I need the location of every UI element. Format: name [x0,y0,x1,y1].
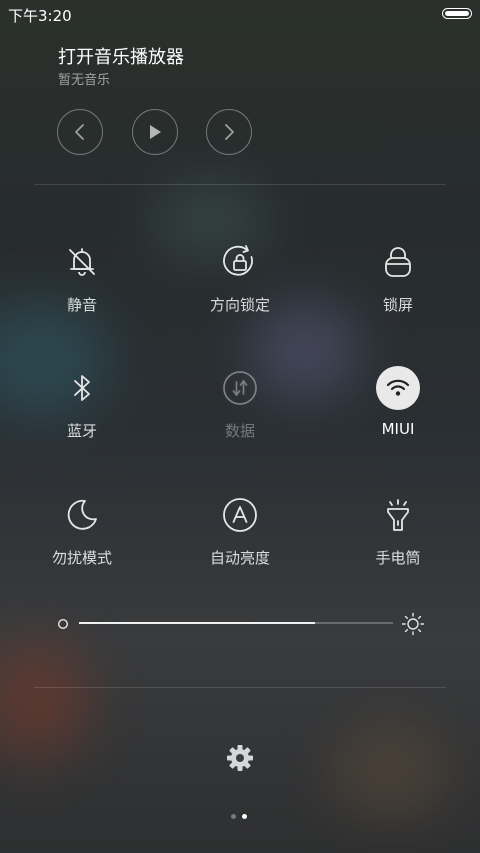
background-blur [330,720,450,820]
toggle-label: 勿扰模式 [51,549,112,567]
play-button[interactable] [132,109,178,155]
auto-brightness-icon [223,498,257,532]
toggle-bluetooth[interactable]: 蓝牙 [17,366,147,466]
music-player-subtitle: 暂无音乐 [58,73,111,88]
brightness-high-icon [401,612,425,636]
toggle-label: 蓝牙 [66,422,97,440]
previous-track-button[interactable] [57,109,103,155]
toggle-rotation-lock[interactable]: 方向锁定 [175,240,305,340]
toggle-label: 锁屏 [382,296,413,314]
divider [34,184,446,185]
toggle-label: 静音 [66,296,97,314]
status-bar: 下午3:20 [0,0,480,28]
toggle-mobile-data[interactable]: 数据 [175,366,305,466]
page-indicator [228,812,252,820]
play-icon [150,125,161,139]
toggle-auto-brightness[interactable]: 自动亮度 [175,493,305,593]
brightness-slider[interactable] [56,612,426,636]
next-icon [225,124,234,140]
toggle-do-not-disturb[interactable]: 勿扰模式 [17,493,147,593]
rotation-lock-icon [223,245,253,276]
toggle-label: 数据 [224,422,255,440]
gear-icon [227,745,253,771]
quick-settings-screen: 下午3:20 打开音乐播放器 暂无音乐 静音 方向锁定 锁屏 蓝牙 数据 MIU… [0,0,480,853]
moon-icon [67,499,97,530]
settings-button[interactable] [223,741,257,775]
page-dot [231,814,236,819]
bluetooth-icon [74,375,90,401]
toggle-label: 方向锁定 [209,296,270,314]
next-track-button[interactable] [206,109,252,155]
toggle-flashlight[interactable]: 手电筒 [333,493,463,593]
toggle-label: 手电筒 [375,549,421,567]
music-player-title[interactable]: 打开音乐播放器 [58,43,184,69]
status-time: 下午3:20 [8,7,72,25]
background-blur [0,640,90,760]
page-dot [242,814,247,819]
bell-off-icon [69,248,95,276]
wifi-icon [386,379,410,396]
lock-icon [385,247,411,277]
toggle-label: 自动亮度 [209,549,270,567]
slider-fill [79,622,315,624]
slider-track[interactable] [79,622,393,624]
previous-icon [75,124,84,140]
brightness-low-icon [57,618,69,630]
mobile-data-icon [223,371,257,405]
toggle-lock-screen[interactable]: 锁屏 [333,240,463,340]
divider [34,687,446,688]
toggle-wifi[interactable]: MIUI [333,366,463,466]
battery-icon [442,8,472,19]
toggle-label: MIUI [381,420,415,438]
flashlight-icon [387,499,409,531]
toggle-mute[interactable]: 静音 [17,240,147,340]
